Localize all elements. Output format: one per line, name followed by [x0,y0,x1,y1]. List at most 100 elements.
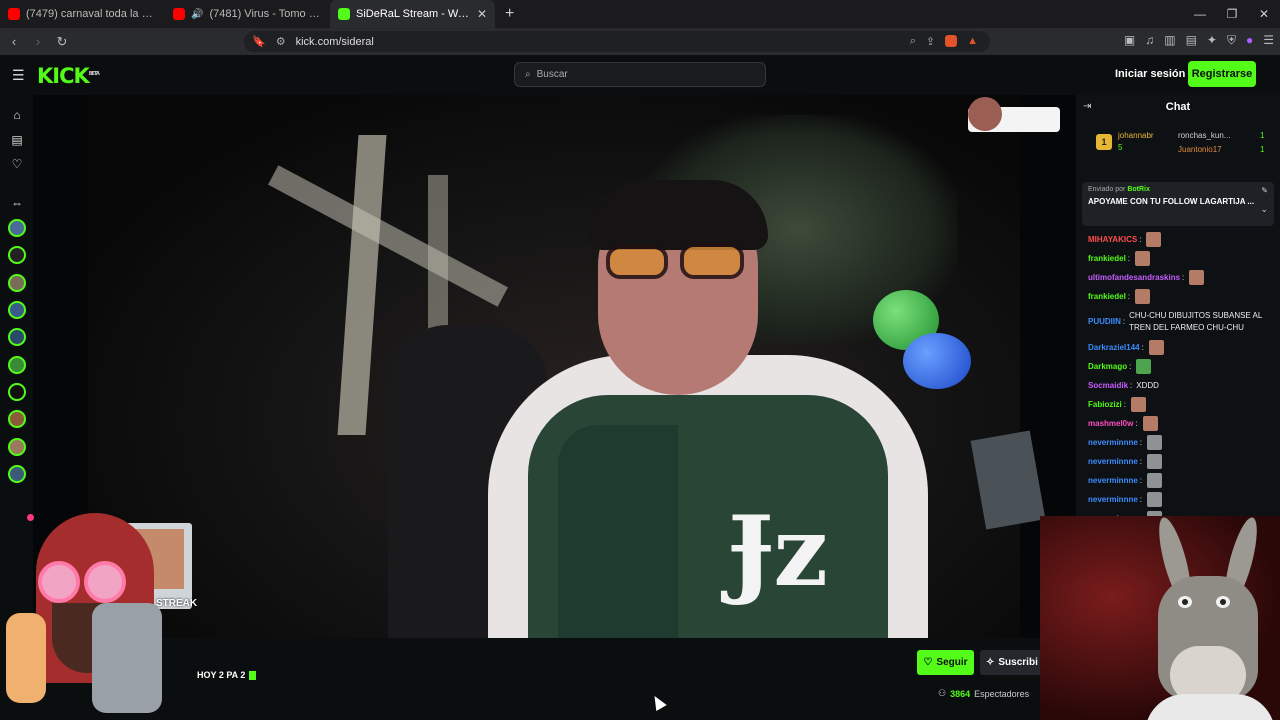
chat-text: XDDD [1136,381,1159,390]
login-button[interactable]: Iniciar sesión [1115,68,1185,80]
chat-username[interactable]: Socmaidik [1088,376,1128,395]
chat-message[interactable]: Darkmago: [1088,357,1274,376]
streamer-hair [588,180,768,250]
chat-message[interactable]: neverminnne: [1088,471,1274,490]
channel-avatar[interactable] [8,438,26,456]
close-tab-icon[interactable]: ✕ [477,7,487,21]
site-info-icon[interactable]: ⚙ [276,35,286,48]
following-icon[interactable]: ♡ [9,156,25,172]
home-icon[interactable]: ⌂ [9,107,25,123]
viewer-count: ⚇ 3864 Espectadores [938,688,1029,699]
chat-username[interactable]: Darkraziel144 [1088,338,1140,357]
reader-icon[interactable]: ▣ [1124,33,1135,48]
chat-message[interactable]: Fabiozizi: [1088,395,1274,414]
chat-username[interactable]: frankiedel [1088,249,1126,268]
chat-message[interactable]: neverminnne: [1088,490,1274,509]
share-icon[interactable]: ⇪ [926,35,935,48]
channel-avatar[interactable] [8,301,26,319]
new-tab-button[interactable]: + [495,5,524,23]
brave-rewards-icon[interactable]: ▲ [967,35,978,48]
register-button[interactable]: Registrarse [1188,61,1256,87]
chat-username[interactable]: neverminnne [1088,490,1138,509]
chat-message[interactable]: frankiedel: [1088,249,1274,268]
chat-message[interactable]: Socmaidik: XDDD [1088,376,1274,395]
close-window-icon[interactable]: ✕ [1248,0,1280,28]
vpn-icon[interactable]: ⛨ [1227,33,1236,48]
reload-icon[interactable]: ↻ [52,34,72,50]
chat-title: Chat [1165,101,1191,113]
channel-avatar[interactable] [8,274,26,292]
chat-username[interactable]: mashmel0w [1088,414,1133,433]
browser-tab[interactable]: (7479) carnaval toda la vida los fabulo [0,0,165,28]
browser-tab[interactable]: 🔊 (7481) Virus - Tomo Lo Que Encue [165,0,330,28]
chat-message[interactable]: frankiedel: [1088,287,1274,306]
leo-icon[interactable]: ● [1246,33,1253,48]
forward-icon[interactable]: › [28,34,48,49]
gifter-name[interactable]: Juantonio17 [1178,145,1222,154]
back-icon[interactable]: ‹ [4,34,24,49]
sidebar-icon[interactable]: ▥ [1164,33,1175,48]
emote-icon [1148,340,1164,355]
toolbar-extensions: ▣ ♫ ▥ ▤ ✦ ⛨ ● ☰ [1124,33,1274,48]
chat-message[interactable]: neverminnne: [1088,452,1274,471]
chat-message[interactable]: mashmel0w: [1088,414,1274,433]
channel-avatar[interactable] [8,410,26,428]
subscribe-button[interactable]: ✧ Suscribi [980,650,1040,675]
pinned-by: Enviado por BotRix [1088,186,1268,193]
minimize-icon[interactable]: — [1184,0,1216,28]
chat-username[interactable]: MIHAYAKICS [1088,230,1137,249]
chat-message[interactable]: MIHAYAKICS: [1088,230,1274,249]
search-input[interactable]: ⌕ Buscar [514,62,766,87]
menu-icon[interactable]: ☰ [1263,33,1274,48]
bookmark-icon[interactable]: 🔖 [252,35,266,48]
music-icon[interactable]: ♫ [1145,33,1154,48]
emote-icon [1135,289,1151,304]
chat-message[interactable]: neverminnne: [1088,433,1274,452]
chat-username[interactable]: neverminnne [1088,509,1138,516]
chat-username[interactable]: Darkmago [1088,357,1127,376]
channel-avatar[interactable] [8,465,26,483]
chat-username[interactable]: frankiedel [1088,287,1126,306]
site-header: ☰ KICKBETA ⌕ Buscar Iniciar sesión Regis… [0,55,1280,95]
kick-logo[interactable]: KICKBETA [37,64,100,88]
channel-avatar[interactable] [8,246,26,264]
channel-avatar[interactable] [8,383,26,401]
chat-username[interactable]: ultimofandesandraskins [1088,268,1180,287]
chat-username[interactable]: Fabiozizi [1088,395,1122,414]
channel-avatar[interactable] [8,356,26,374]
chat-username[interactable]: PUUDIIN [1088,316,1121,328]
emote-icon [1142,416,1158,431]
chat-username[interactable]: neverminnne [1088,471,1138,490]
chat-separator: : [1127,254,1131,263]
address-bar[interactable]: 🔖 ⚙ kick.com/sideral ⌕ ⇪ ▲ [244,31,990,52]
chat-username[interactable]: neverminnne [1088,433,1138,452]
chat-message[interactable]: neverminnne: [1088,509,1274,516]
chat-separator: : [1141,343,1144,352]
chat-message[interactable]: Darkraziel144: [1088,338,1274,357]
chat-username[interactable]: neverminnne [1088,452,1138,471]
gifter-name[interactable]: ronchas_kun... [1178,131,1230,140]
follow-button[interactable]: ♡ Seguir [917,650,974,675]
chevron-down-icon[interactable]: ⌄ [1260,204,1268,215]
channel-avatar[interactable] [8,328,26,346]
pinned-by-user: BotRix [1127,186,1150,193]
zoom-icon[interactable]: ⌕ [910,35,916,48]
browser-tab-bar: (7479) carnaval toda la vida los fabulo … [0,0,1280,28]
browse-icon[interactable]: ▤ [9,132,25,148]
brave-shield-icon[interactable] [945,35,958,47]
chat-message[interactable]: ultimofandesandraskins: [1088,268,1274,287]
gifter-name[interactable]: johannabr [1118,131,1154,140]
browser-tab-active[interactable]: SiDeRaL Stream - Watch Live on ✕ [330,0,495,28]
chat-separator: : [1135,419,1138,428]
pinned-message[interactable]: Enviado por BotRix APOYAME CON TU FOLLOW… [1082,182,1274,226]
channel-avatar[interactable] [8,219,26,237]
hamburger-menu-icon[interactable]: ☰ [12,67,25,84]
chat-messages: MIHAYAKICS: frankiedel: ultimofandesandras… [1088,230,1274,516]
chat-message[interactable]: PUUDIIN: CHU-CHU DIBUJITOS SUBANSE AL TRE… [1088,306,1274,338]
pin-icon[interactable]: ✎ [1261,186,1268,195]
rank-badge-icon: 1 [1096,134,1112,150]
expand-rail-icon[interactable]: ⇔ [9,195,25,211]
restore-icon[interactable]: ❐ [1216,0,1248,28]
extensions-icon[interactable]: ✦ [1207,33,1217,48]
wallet-icon[interactable]: ▤ [1186,33,1197,48]
